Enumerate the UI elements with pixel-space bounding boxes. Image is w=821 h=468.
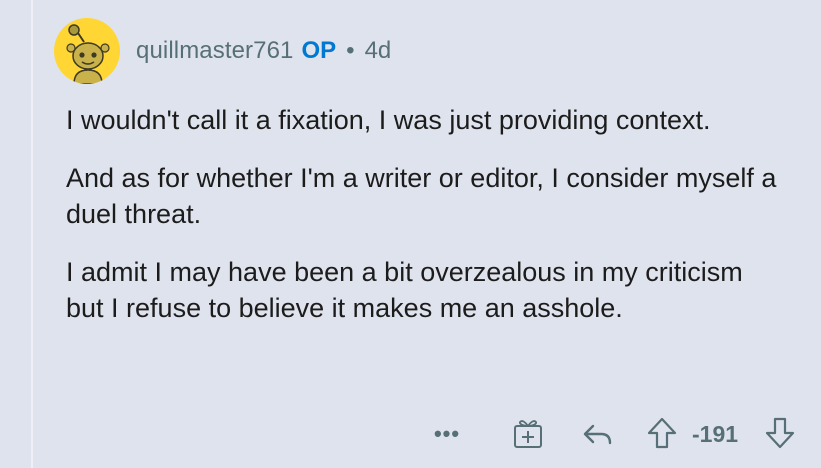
comment-body: I wouldn't call it a fixation, I was jus…	[66, 102, 786, 326]
username[interactable]: quillmaster761	[136, 37, 293, 65]
comment-paragraph: And as for whether I'm a writer or edito…	[66, 163, 777, 229]
comment: quillmaster761 OP • 4d I wouldn't call i…	[54, 18, 804, 348]
op-badge: OP	[301, 37, 337, 64]
snoo-avatar-icon	[66, 24, 110, 84]
avatar[interactable]	[54, 18, 120, 84]
vote-score: -191	[692, 420, 739, 447]
upvote-arrow-icon	[647, 417, 677, 449]
downvote-arrow-icon	[765, 417, 795, 449]
comment-header: quillmaster761 OP • 4d	[54, 18, 804, 84]
award-gift-icon	[514, 420, 542, 448]
comment-paragraph: I wouldn't call it a fixation, I was jus…	[66, 105, 711, 135]
thread-line[interactable]	[31, 0, 33, 468]
upvote-button[interactable]	[645, 416, 679, 450]
award-button[interactable]	[511, 416, 545, 450]
reply-button[interactable]	[581, 418, 615, 450]
comment-age: 4d	[364, 37, 392, 64]
comment-actions: ••• -191	[0, 414, 821, 454]
reply-arrow-icon	[583, 424, 612, 445]
downvote-button[interactable]	[763, 416, 797, 450]
meta-separator: •	[346, 37, 355, 64]
comment-paragraph: I admit I may have been a bit overzealou…	[66, 257, 743, 323]
more-options-button[interactable]: •••	[432, 414, 462, 454]
